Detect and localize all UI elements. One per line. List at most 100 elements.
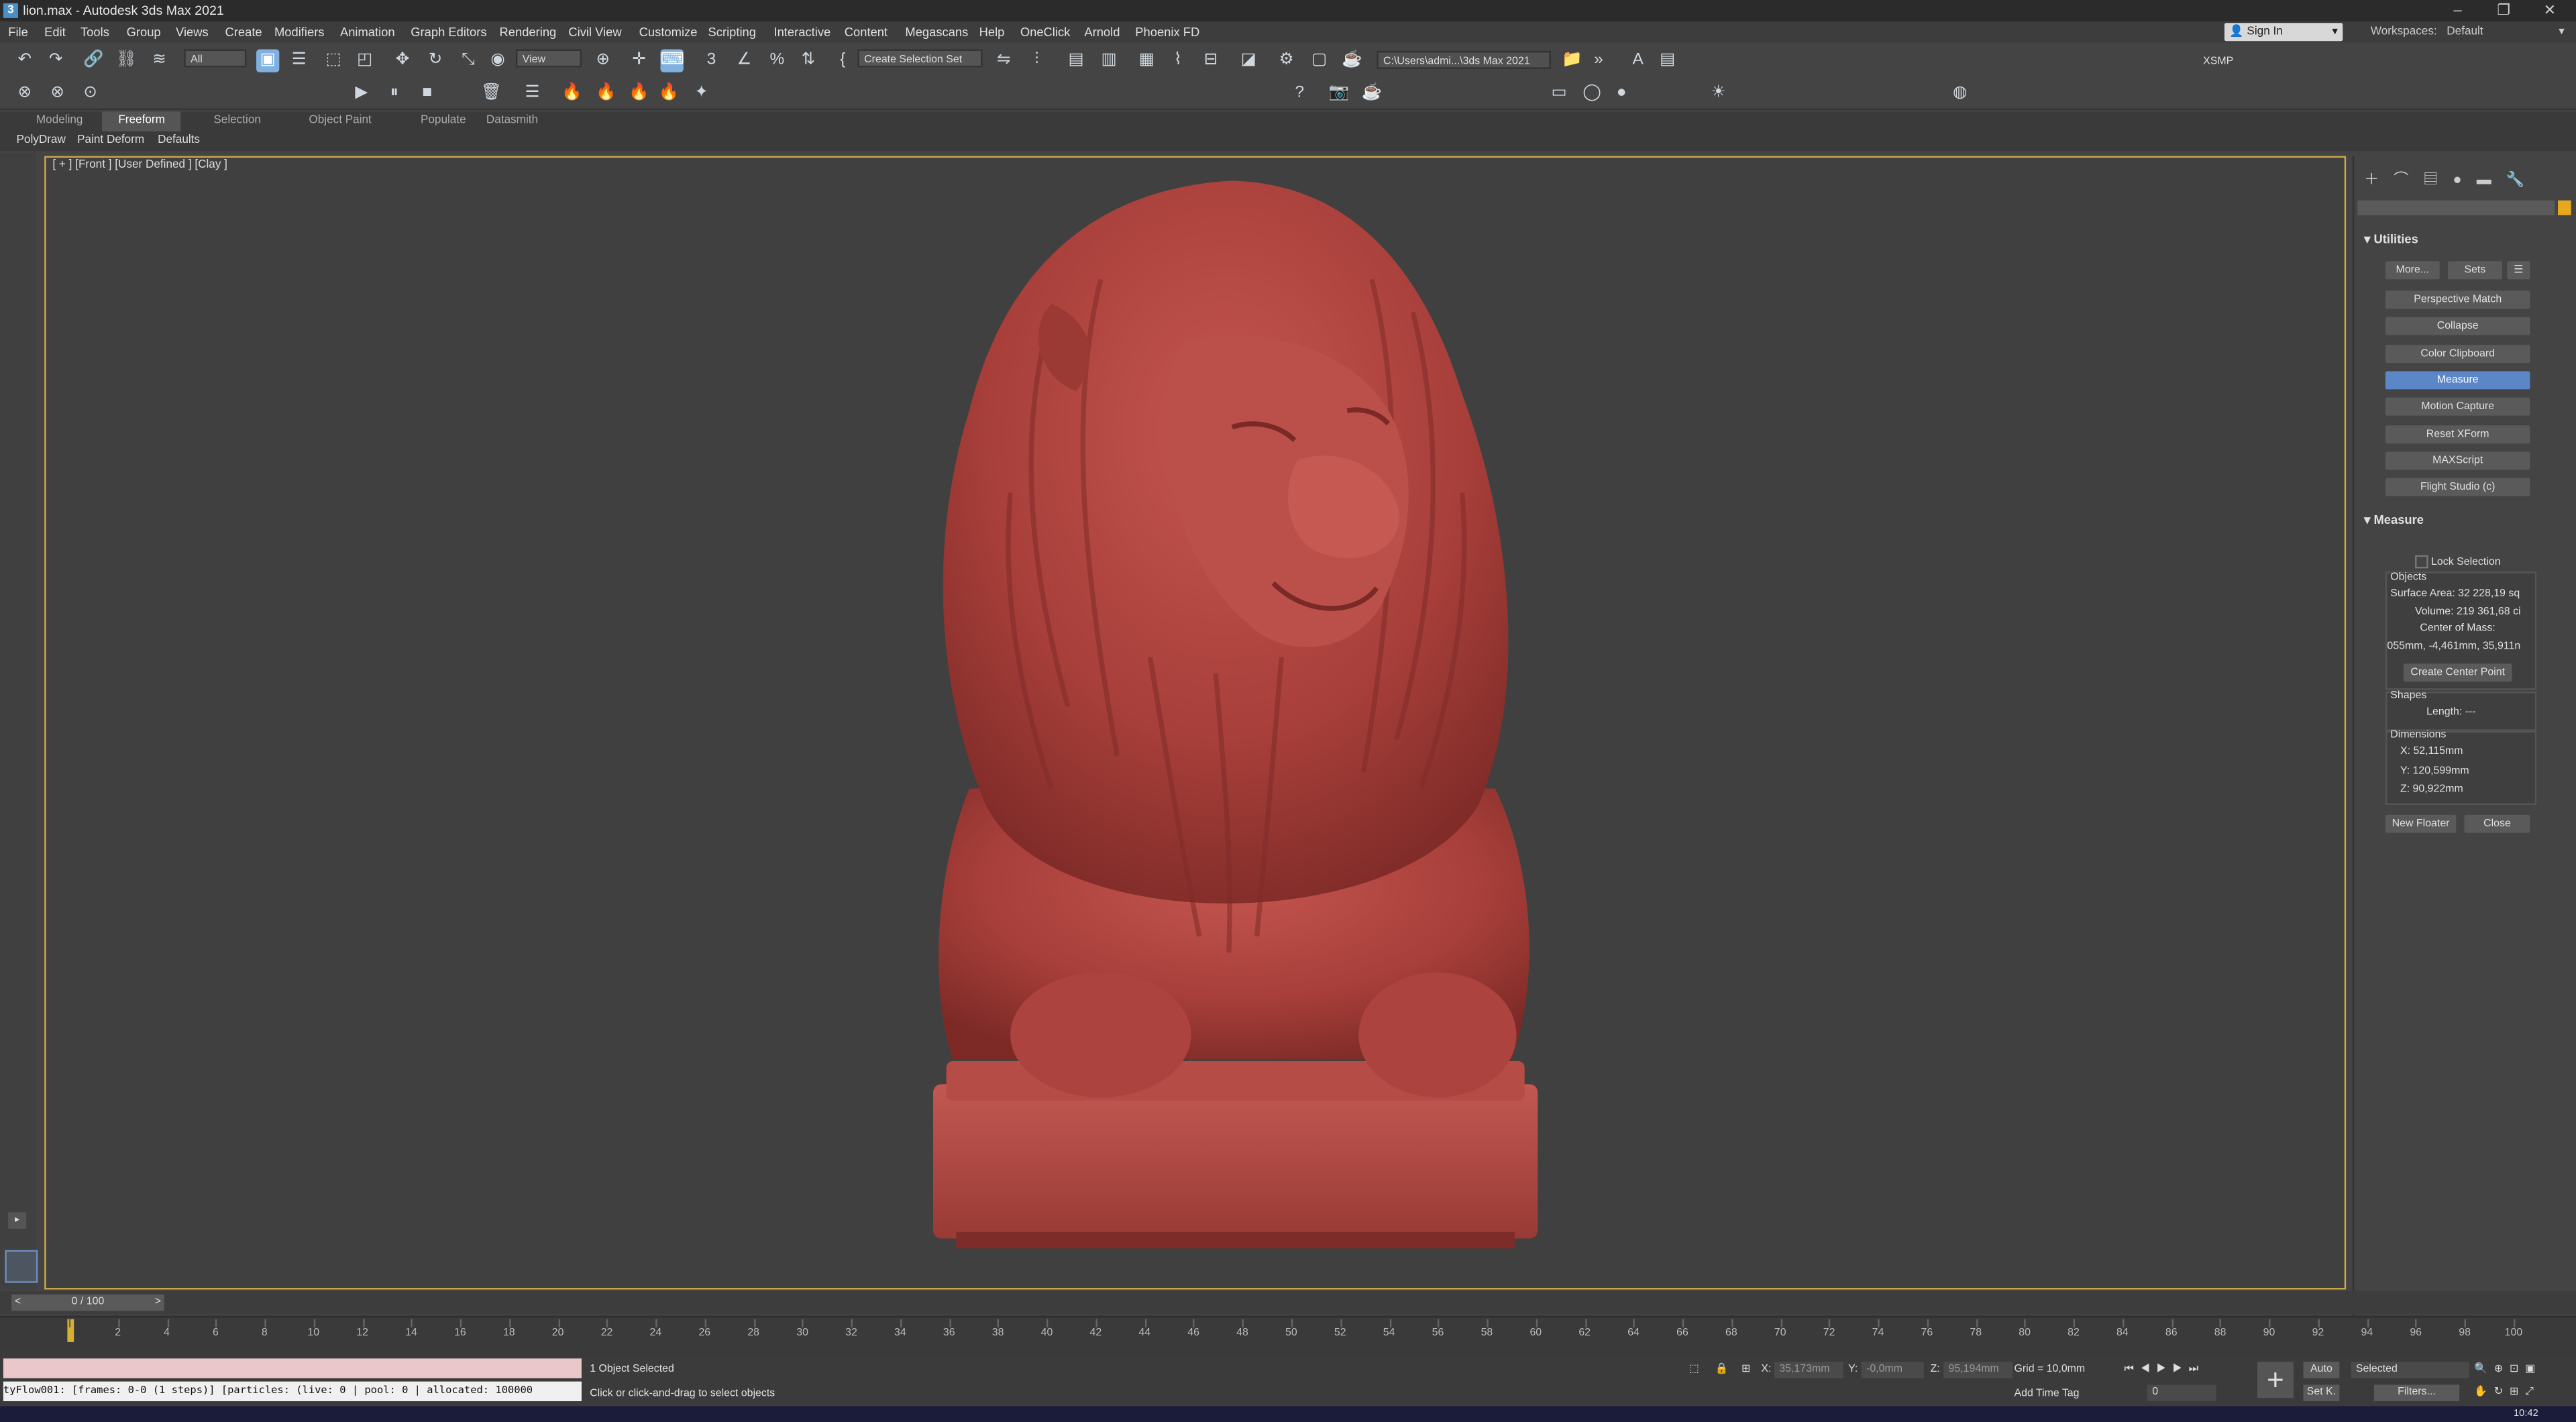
rect-select-icon[interactable]: ⬚ — [322, 49, 345, 72]
snap-3-icon[interactable]: 3 — [700, 49, 722, 72]
utility-flight-studio-c--button[interactable]: Flight Studio (c) — [2385, 478, 2530, 496]
toggle-scene-explorer-icon[interactable]: ▤ — [1065, 49, 1087, 72]
sets-button[interactable]: Sets — [2448, 261, 2502, 280]
reference-coord-dropdown[interactable]: View — [515, 49, 582, 68]
schematic-icon[interactable]: ⊟ — [1199, 49, 1222, 72]
set-key-button[interactable]: Set K. — [2303, 1384, 2340, 1401]
project-path-dropdown[interactable]: C:\Users\admi...\3ds Max 2021 — [1377, 50, 1551, 69]
keyboard-shortcut-icon[interactable]: ⌨ — [660, 49, 684, 72]
menu-graph-editors[interactable]: Graph Editors — [411, 21, 486, 43]
percent-snap-icon[interactable]: % — [765, 49, 788, 72]
current-frame-field[interactable]: 0 — [2147, 1384, 2216, 1401]
window-crossing-icon[interactable]: ◰ — [354, 49, 376, 72]
constrain-icon-2[interactable]: ⊗ — [46, 82, 69, 105]
edit-named-sets-icon[interactable]: { — [831, 49, 854, 72]
ribbon-tab-datasmith[interactable]: Datasmith — [486, 112, 538, 131]
fire-icon-4[interactable]: 🔥 — [657, 82, 680, 105]
material-ball-icon[interactable]: ◍ — [1949, 82, 1972, 105]
x-coord-field[interactable]: 35,173mm — [1774, 1362, 1843, 1378]
menu-tools[interactable]: Tools — [80, 21, 109, 43]
prev-frame-icon[interactable]: < — [15, 1295, 21, 1311]
pivot-icon[interactable]: ⊕ — [592, 49, 614, 72]
close-button[interactable]: Close — [2464, 814, 2530, 833]
place-icon[interactable]: ◉ — [486, 49, 509, 72]
filters-button[interactable]: Filters... — [2373, 1384, 2460, 1401]
particle-icon[interactable]: ✦ — [690, 82, 713, 105]
time-slider[interactable]: < 0 / 100 > — [11, 1294, 164, 1311]
ribbon-tab-object-paint[interactable]: Object Paint — [309, 112, 371, 131]
menu-scripting[interactable]: Scripting — [708, 21, 756, 43]
utilities-rollout-title[interactable]: ▾ Utilities — [2364, 231, 2418, 246]
camera-icon[interactable]: 📷 — [1328, 82, 1350, 105]
align-icon[interactable]: ⫶ — [1025, 49, 1048, 72]
key-filter-dropdown[interactable]: Selected — [2351, 1362, 2469, 1378]
sign-in-dropdown[interactable]: 👤 Sign In ▾ — [2224, 23, 2343, 42]
undo-icon[interactable]: ↶ — [13, 49, 36, 72]
expand-layout-icon[interactable]: ▸ — [8, 1212, 27, 1229]
play-icon[interactable]: ▶ — [350, 82, 373, 105]
mirror-icon[interactable]: ⇋ — [992, 49, 1015, 72]
box-icon[interactable]: ▭ — [1548, 82, 1570, 105]
isolate-selection-icon[interactable]: ⬚ — [1689, 1362, 1699, 1378]
toggle-layer-explorer-icon[interactable]: ▥ — [1097, 49, 1120, 72]
restore-icon[interactable]: ❐ — [2487, 0, 2520, 21]
workspace-selector[interactable]: Workspaces: Default ▾ — [2371, 23, 2571, 41]
angle-snap-icon[interactable]: ∠ — [733, 49, 755, 72]
move-icon[interactable]: ✥ — [391, 49, 414, 72]
selection-lock-icon[interactable]: 🔒 — [1715, 1362, 1729, 1378]
rotate-icon[interactable]: ↻ — [424, 49, 447, 72]
close-window-icon[interactable]: ✕ — [2533, 0, 2566, 21]
hierarchy-icon[interactable]: ⊙ — [79, 82, 102, 105]
utility-reset-xform-button[interactable]: Reset XForm — [2385, 425, 2530, 443]
manipulate-icon[interactable]: ✛ — [628, 49, 651, 72]
menu-phoenix-fd[interactable]: Phoenix FD — [1135, 21, 1199, 43]
menu-customize[interactable]: Customize — [639, 21, 698, 43]
object-name-field[interactable] — [2357, 200, 2555, 215]
menu-megascans[interactable]: Megascans — [905, 21, 968, 43]
link-icon[interactable]: 🔗 — [82, 49, 105, 72]
menu-arnold[interactable]: Arnold — [1084, 21, 1120, 43]
menu-content[interactable]: Content — [845, 21, 888, 43]
utility-motion-capture-button[interactable]: Motion Capture — [2385, 398, 2530, 417]
menu-civil-view[interactable]: Civil View — [568, 21, 621, 43]
absolute-mode-icon[interactable]: ⊞ — [1741, 1362, 1750, 1378]
sphere-icon[interactable]: ● — [1610, 82, 1633, 105]
set-key-icon[interactable]: + — [2257, 1362, 2294, 1399]
select-by-name-icon[interactable]: ☰ — [288, 49, 311, 72]
teapot-icon[interactable]: ☕ — [1360, 82, 1383, 105]
playback-controls[interactable]: ⏮◀▶▶⏭ — [2125, 1362, 2205, 1378]
utility-collapse-button[interactable]: Collapse — [2385, 317, 2530, 336]
ribbon-tab-selection[interactable]: Selection — [213, 112, 261, 131]
list-icon[interactable]: ☰ — [521, 82, 543, 105]
pause-icon[interactable]: ⏸ — [383, 82, 406, 105]
sub-ribbon-defaults[interactable]: Defaults — [158, 131, 200, 151]
help-icon[interactable]: ? — [1288, 82, 1311, 105]
arnold-icon[interactable]: A — [1627, 49, 1650, 72]
menu-modifiers[interactable]: Modifiers — [274, 21, 325, 43]
maxscript-listener-top[interactable] — [3, 1358, 582, 1378]
utility-maxscript-button[interactable]: MAXScript — [2385, 451, 2530, 470]
ribbon-tab-populate[interactable]: Populate — [421, 112, 466, 131]
bind-space-warp-icon[interactable]: ≋ — [148, 49, 170, 72]
object-color-swatch[interactable] — [2558, 200, 2571, 215]
utility-perspective-match-button[interactable]: Perspective Match — [2385, 290, 2530, 309]
lion-sculpture-model[interactable] — [854, 164, 1610, 1268]
sub-ribbon-paint-deform[interactable]: Paint Deform — [77, 131, 144, 151]
more-icon[interactable]: » — [1587, 49, 1610, 72]
scale-icon[interactable]: ⤡ — [457, 49, 480, 72]
menu-create[interactable]: Create — [225, 21, 262, 43]
utility-measure-button[interactable]: Measure — [2385, 371, 2530, 390]
select-object-icon[interactable]: ▣ — [256, 49, 280, 72]
menu-edit[interactable]: Edit — [44, 21, 66, 43]
spinner-snap-icon[interactable]: ⇅ — [797, 49, 820, 72]
configure-sets-icon[interactable]: ☰ — [2507, 261, 2530, 280]
ribbon-tab-modeling[interactable]: Modeling — [36, 112, 83, 131]
ribbon-icon[interactable]: ▦ — [1135, 49, 1158, 72]
command-panel-tabs[interactable]: ＋⌒▤●▬🔧 — [2364, 168, 2539, 189]
light-icon[interactable]: ☀ — [1707, 82, 1730, 105]
render-icon[interactable]: ☕ — [1340, 49, 1363, 72]
z-coord-field[interactable]: 95,194mm — [1943, 1362, 2013, 1378]
rendered-frame-icon[interactable]: ▢ — [1307, 49, 1330, 72]
constrain-icon[interactable]: ⊗ — [13, 82, 36, 105]
lock-selection-checkbox[interactable]: Lock Selection — [2415, 555, 2501, 569]
